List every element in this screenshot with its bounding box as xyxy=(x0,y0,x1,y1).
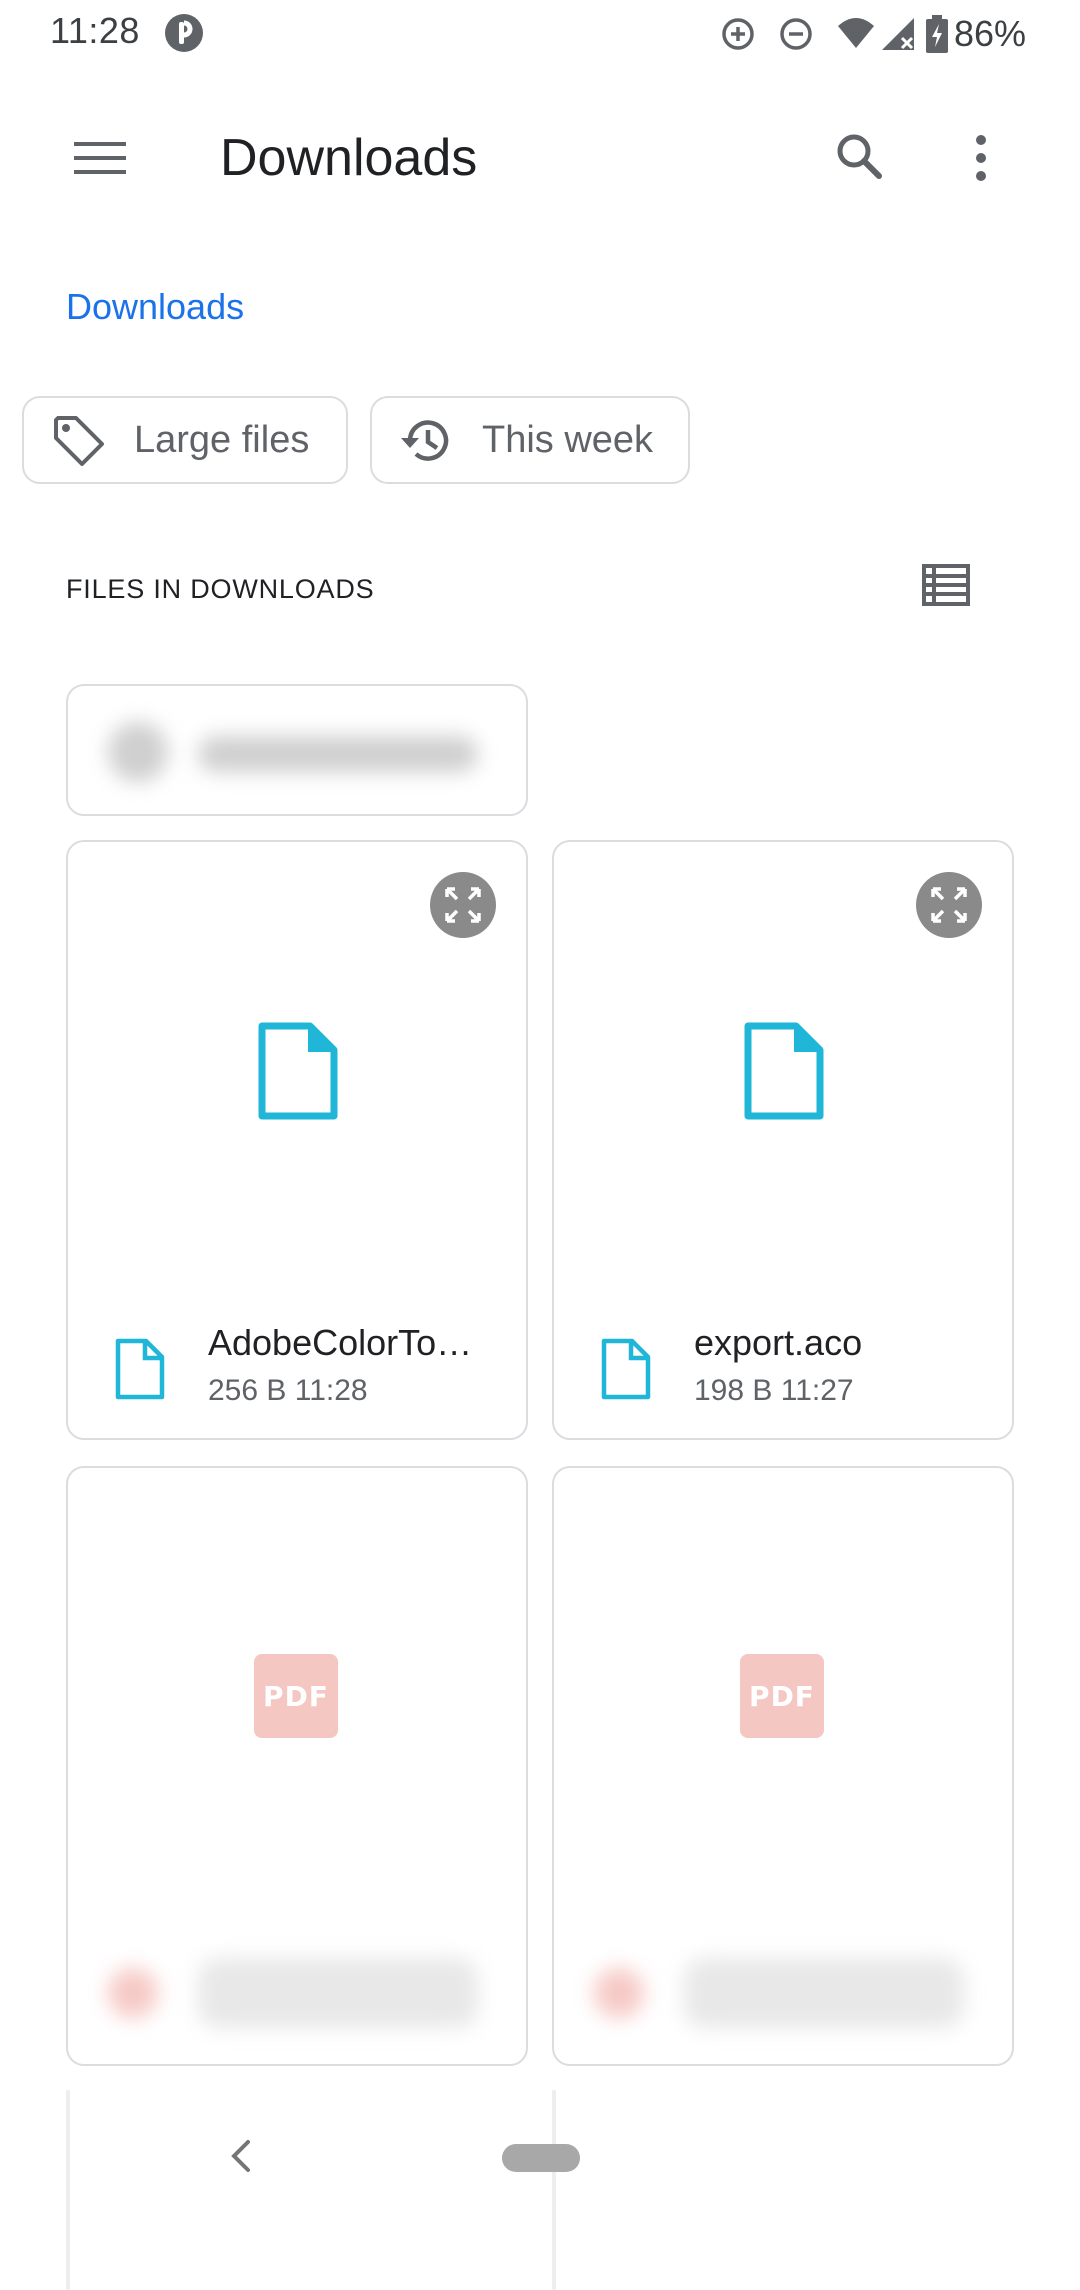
fullscreen-icon xyxy=(445,887,481,923)
app-bar: Downloads xyxy=(0,90,1080,220)
file-card[interactable]: export.aco 198 B 11:27 xyxy=(552,840,1014,1440)
more-vert-icon xyxy=(976,135,986,181)
pdf-name-blurred xyxy=(198,1958,478,2028)
file-card[interactable]: AdobeColorTo… 256 B 11:28 xyxy=(66,840,528,1440)
system-nav-bar xyxy=(0,2100,1080,2220)
folder-name-blurred xyxy=(198,736,478,772)
file-icon xyxy=(744,1022,824,1120)
status-time: 11:28 xyxy=(50,10,140,51)
hamburger-menu-icon xyxy=(74,142,126,174)
history-icon xyxy=(401,420,449,461)
file-meta: 198 B 11:27 xyxy=(694,1374,854,1407)
home-pill-button[interactable] xyxy=(502,2144,580,2172)
chip-label: Large files xyxy=(134,418,310,461)
status-icons: 86% xyxy=(720,10,1026,58)
pdf-file-card[interactable]: PDF xyxy=(552,1466,1014,2066)
pdf-icon: PDF xyxy=(254,1654,338,1738)
menu-button[interactable] xyxy=(60,118,140,198)
file-name: AdobeColorTo… xyxy=(208,1322,473,1363)
pdf-type-icon-blurred xyxy=(108,1968,158,2018)
do-not-disturb-icon xyxy=(778,16,814,52)
chip-this-week[interactable]: This week xyxy=(370,396,690,484)
list-view-toggle[interactable] xyxy=(916,556,976,616)
file-info: export.aco 198 B 11:27 xyxy=(600,1322,1000,1412)
fullscreen-icon xyxy=(931,887,967,923)
back-chevron-icon xyxy=(231,2140,250,2172)
section-title: FILES IN DOWNLOADS xyxy=(66,574,375,604)
pdf-icon: PDF xyxy=(740,1654,824,1738)
back-button[interactable] xyxy=(220,2126,260,2186)
file-type-icon xyxy=(115,1338,165,1400)
battery-charging-icon xyxy=(925,15,948,53)
more-options-button[interactable] xyxy=(948,118,1028,198)
wifi-icon xyxy=(836,16,876,52)
data-saver-icon xyxy=(720,16,756,52)
file-meta: 256 B 11:28 xyxy=(208,1374,368,1407)
label-tag-icon xyxy=(54,416,104,466)
file-type-icon xyxy=(601,1338,651,1400)
pdf-file-card[interactable]: PDF xyxy=(66,1466,528,2066)
chip-label: This week xyxy=(482,418,654,461)
battery-percentage: 86% xyxy=(953,13,1026,54)
list-view-icon xyxy=(922,564,970,606)
search-button[interactable] xyxy=(820,118,900,198)
folder-icon-blurred xyxy=(108,722,168,782)
breadcrumb[interactable]: Downloads xyxy=(66,286,244,328)
pdf-type-icon-blurred xyxy=(594,1968,644,2018)
expand-preview-button[interactable] xyxy=(916,872,982,938)
cellular-signal-icon xyxy=(880,16,916,52)
folder-card[interactable] xyxy=(66,684,528,816)
file-info: AdobeColorTo… 256 B 11:28 xyxy=(114,1322,514,1412)
file-name: export.aco xyxy=(694,1322,863,1363)
expand-preview-button[interactable] xyxy=(430,872,496,938)
chip-large-files[interactable]: Large files xyxy=(22,396,348,484)
page-title: Downloads xyxy=(220,129,478,187)
app-notification-icon xyxy=(164,13,204,53)
search-icon xyxy=(837,134,882,179)
file-icon xyxy=(258,1022,338,1120)
status-bar: 11:28 86% xyxy=(0,0,1080,68)
pdf-name-blurred xyxy=(684,1958,964,2028)
